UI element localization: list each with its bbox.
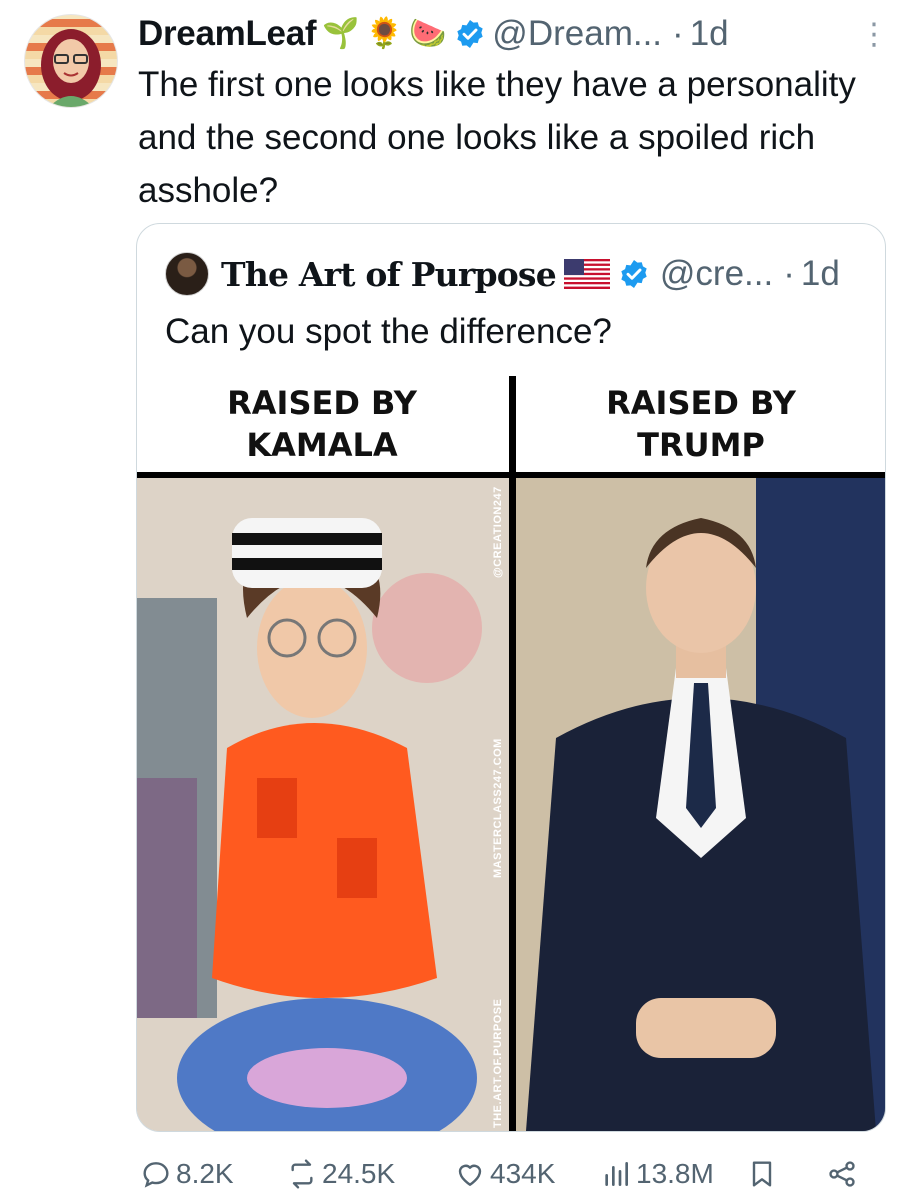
quoted-tweet-header: The Art of Purpose @cre... · 1d bbox=[165, 252, 861, 296]
left-photo: @CREATION247 MASTERCLASS247.COM THE.ART.… bbox=[137, 478, 509, 1131]
quoted-tweet[interactable]: The Art of Purpose @cre... · 1d Can you … bbox=[136, 223, 886, 1132]
user-avatar[interactable] bbox=[24, 14, 118, 108]
sunflower-emoji: 🌻 bbox=[365, 17, 403, 50]
retweet-count: 24.5K bbox=[322, 1158, 396, 1189]
quoted-display-name[interactable]: The Art of Purpose bbox=[221, 255, 557, 294]
seedling-emoji: 🌱 bbox=[322, 17, 360, 50]
share-button[interactable] bbox=[826, 1158, 858, 1190]
separator-dot: · bbox=[672, 14, 684, 53]
quoted-tweet-timestamp[interactable]: 1d bbox=[801, 254, 840, 294]
verified-badge-icon bbox=[618, 258, 650, 290]
retweet-button[interactable]: 24.5K bbox=[286, 1158, 395, 1190]
quoted-user-avatar[interactable] bbox=[165, 252, 209, 296]
share-icon bbox=[829, 1161, 855, 1187]
views-icon bbox=[605, 1162, 628, 1186]
us-flag-icon bbox=[563, 259, 610, 289]
heart-icon bbox=[458, 1164, 482, 1186]
bookmark-icon bbox=[752, 1161, 772, 1187]
left-panel-label: RAISED BY KAMALA bbox=[137, 376, 507, 472]
retweet-icon bbox=[291, 1159, 313, 1189]
verified-badge-icon bbox=[454, 18, 486, 50]
view-count: 13.8M bbox=[636, 1158, 714, 1189]
right-label-line-2: TRUMP bbox=[637, 426, 765, 464]
tweet-text: The first one looks like they have a per… bbox=[138, 65, 856, 210]
reply-button[interactable]: 8.2K bbox=[140, 1158, 234, 1190]
bookmark-button[interactable] bbox=[746, 1158, 778, 1190]
more-options-icon[interactable]: ⋮ bbox=[859, 17, 889, 52]
like-button[interactable]: 434K bbox=[454, 1158, 555, 1190]
left-label-line-1: RAISED BY bbox=[227, 384, 417, 422]
tweet-timestamp[interactable]: 1d bbox=[690, 14, 729, 54]
reply-count: 8.2K bbox=[176, 1158, 234, 1189]
quoted-user-handle[interactable]: @cre... bbox=[660, 254, 773, 294]
views-button[interactable]: 13.8M bbox=[600, 1158, 714, 1190]
panel-divider bbox=[509, 376, 516, 1131]
left-label-line-2: KAMALA bbox=[246, 426, 398, 464]
tweet-actions: 8.2K 24.5K 434K 13.8M bbox=[136, 1150, 876, 1198]
like-count: 434K bbox=[490, 1158, 556, 1189]
right-panel-label: RAISED BY TRUMP bbox=[517, 376, 885, 472]
right-photo bbox=[516, 478, 885, 1131]
quoted-tweet-text: Can you spot the difference? bbox=[165, 312, 612, 351]
watermelon-emoji: 🍉 bbox=[408, 17, 447, 50]
display-name[interactable]: DreamLeaf bbox=[138, 14, 317, 54]
watermark-creation: @CREATION247 bbox=[492, 486, 504, 578]
reply-icon bbox=[143, 1162, 169, 1188]
watermark-artofpurpose: THE.ART.OF.PURPOSE bbox=[492, 998, 504, 1128]
watermark-masterclass: MASTERCLASS247.COM bbox=[492, 738, 504, 878]
separator-dot: · bbox=[783, 254, 795, 293]
right-label-line-1: RAISED BY bbox=[606, 384, 796, 422]
user-handle[interactable]: @Dream... bbox=[492, 14, 662, 54]
tweet-header: DreamLeaf 🌱 🌻 🍉 @Dream... · 1d ⋮ bbox=[138, 8, 889, 60]
meme-image[interactable]: RAISED BY KAMALA RAISED BY TRUMP @CREATI… bbox=[137, 376, 885, 1131]
